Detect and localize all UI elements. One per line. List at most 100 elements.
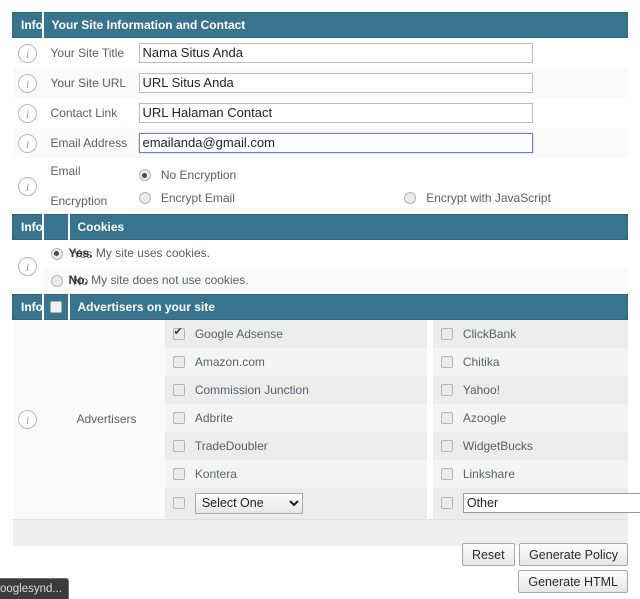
advertiser-option-google-adsense[interactable]: Google Adsense: [164, 319, 427, 348]
info-cell: i: [12, 37, 43, 68]
advertiser-option-wrap[interactable]: Commission Junction: [172, 382, 309, 398]
encryption-label-line1: Email: [50, 164, 81, 178]
radio-encrypt-with-javascript[interactable]: Encrypt with JavaScript: [403, 190, 551, 205]
cookies-row-no: No No. My site does not use cookies.: [12, 266, 628, 294]
select-all-checkbox-icon[interactable]: [49, 301, 62, 314]
advertiser-option-yahoo[interactable]: Yahoo!: [432, 375, 628, 404]
checkbox-icon[interactable]: [172, 412, 185, 425]
field-input-cell: [138, 38, 628, 69]
advertiser-option-wrap[interactable]: Yahoo!: [440, 382, 500, 397]
advertiser-other-input[interactable]: [462, 493, 640, 514]
advertisers-spacer-cell: [42, 319, 69, 520]
info-cell: i: [12, 68, 43, 98]
advertisers-select-all-cell[interactable]: [41, 293, 69, 320]
info-icon[interactable]: i: [18, 73, 37, 93]
advertiser-label: Google Adsense: [194, 327, 283, 342]
checkbox-icon[interactable]: [172, 497, 185, 510]
radio-indicator-icon[interactable]: [50, 247, 63, 260]
site-info-col-header: Info: [12, 12, 43, 38]
checkbox-icon[interactable]: [440, 384, 453, 397]
site-title-input[interactable]: [138, 43, 533, 63]
checkbox-icon[interactable]: [440, 468, 453, 481]
advertiser-option-chitika[interactable]: Chitika: [432, 347, 628, 376]
field-label: Email Address: [50, 136, 128, 150]
advertiser-option-wrap[interactable]: Azoogle: [440, 410, 506, 425]
checkbox-icon[interactable]: [440, 356, 453, 369]
advertiser-option-wrap[interactable]: Linkshare: [440, 466, 515, 482]
advertiser-label: Chitika: [462, 355, 500, 370]
site-url-input[interactable]: [138, 73, 533, 93]
info-cell: i: [12, 128, 43, 158]
advertiser-option-amazon-com[interactable]: Amazon.com: [164, 347, 427, 376]
advertiser-option-wrap[interactable]: Google Adsense: [172, 326, 283, 342]
checkbox-icon[interactable]: [440, 328, 453, 341]
advertiser-option-clickbank[interactable]: ClickBank: [432, 319, 628, 348]
info-icon[interactable]: i: [18, 103, 37, 123]
checkbox-icon[interactable]: [440, 497, 453, 510]
checkbox-icon[interactable]: [172, 468, 185, 481]
site-information-title: Your Site Information and Contact: [41, 12, 628, 38]
cookies-header-row: Info Cookies: [12, 214, 628, 240]
advertiser-option-wrap[interactable]: TradeDoubler: [172, 438, 268, 454]
radio-indicator-icon[interactable]: [403, 191, 416, 204]
advertiser-option-kontera[interactable]: Kontera: [164, 459, 427, 488]
radio-no-encryption[interactable]: No Encryption: [138, 167, 237, 182]
checkbox-icon[interactable]: [440, 440, 453, 453]
info-icon[interactable]: i: [18, 133, 37, 153]
info-cell: i: [12, 98, 43, 128]
checkbox-icon[interactable]: [440, 412, 453, 425]
reset-button[interactable]: Reset: [461, 543, 515, 566]
advertiser-option-commission-junction[interactable]: Commission Junction: [164, 375, 427, 404]
page-root: Info Your Site Information and Contact i…: [0, 0, 640, 599]
cookies-yes-option[interactable]: Yes: [43, 240, 92, 267]
advertiser-option-wrap[interactable]: WidgetBucks: [440, 438, 533, 453]
advertiser-option-row: Amazon.com Chitika: [164, 347, 628, 376]
advertiser-option-adbrite[interactable]: Adbrite: [164, 403, 427, 432]
cookies-no-description: No. My site does not use cookies.: [69, 267, 628, 294]
checkbox-icon[interactable]: [172, 326, 185, 341]
advertiser-option-wrap[interactable]: Amazon.com: [172, 354, 265, 369]
radio-label: Encrypt with JavaScript: [426, 190, 551, 205]
advertiser-option-linkshare[interactable]: Linkshare: [432, 459, 628, 488]
advertiser-option-wrap[interactable]: Kontera: [172, 466, 237, 481]
checkbox-icon[interactable]: [172, 356, 185, 369]
generate-html-button[interactable]: Generate HTML: [518, 570, 628, 593]
advertiser-label: Commission Junction: [194, 383, 309, 398]
advertiser-option-row: Google Adsense ClickBank: [164, 319, 628, 348]
cookies-no-option[interactable]: No: [43, 267, 88, 294]
advertiser-option-tradedoubler[interactable]: TradeDoubler: [164, 431, 427, 460]
browser-status-bar: ooglesynd...: [0, 578, 70, 599]
field-input-cell: [138, 98, 628, 128]
generate-policy-button[interactable]: Generate Policy: [519, 543, 628, 566]
radio-label: No Encryption: [160, 168, 237, 182]
advertiser-select-dropdown[interactable]: Select One: [194, 492, 303, 514]
advertiser-option-azoogle[interactable]: Azoogle: [432, 403, 628, 432]
advertiser-option-wrap[interactable]: ClickBank: [440, 326, 516, 341]
email-address-input[interactable]: [138, 133, 533, 153]
encryption-row-1: No Encryption: [138, 163, 628, 186]
checkbox-icon[interactable]: [172, 440, 185, 453]
advertiser-option-wrap[interactable]: Chitika: [440, 354, 500, 370]
radio-indicator-icon[interactable]: [50, 274, 63, 287]
radio-indicator-icon[interactable]: [138, 169, 151, 181]
checkbox-icon[interactable]: [172, 384, 185, 397]
advertiser-option-row: TradeDoubler WidgetBucks: [164, 431, 628, 460]
advertiser-option-wrap[interactable]: Adbrite: [172, 410, 233, 425]
info-icon[interactable]: i: [18, 43, 37, 63]
advertiser-label: TradeDoubler: [194, 439, 268, 454]
info-cell: i: [12, 319, 43, 520]
advertiser-select-cell[interactable]: Select One: [164, 487, 427, 519]
radio-encrypt-email[interactable]: Encrypt Email: [138, 190, 401, 205]
advertiser-other-wrap[interactable]: [440, 493, 640, 514]
advertisers-table: Info Advertisers on your site i Advertis…: [12, 293, 640, 546]
radio-indicator-icon[interactable]: [138, 191, 151, 204]
footer-blank-cell: [42, 518, 69, 546]
info-icon[interactable]: i: [18, 176, 37, 196]
info-icon[interactable]: i: [18, 257, 37, 277]
advertiser-other-cell[interactable]: [432, 487, 640, 519]
advertiser-option-widgetbucks[interactable]: WidgetBucks: [432, 431, 628, 460]
contact-link-input[interactable]: [138, 103, 533, 123]
advertiser-label: Linkshare: [462, 467, 515, 482]
advertiser-select-wrap[interactable]: Select One: [172, 492, 303, 514]
info-icon[interactable]: i: [18, 409, 37, 429]
